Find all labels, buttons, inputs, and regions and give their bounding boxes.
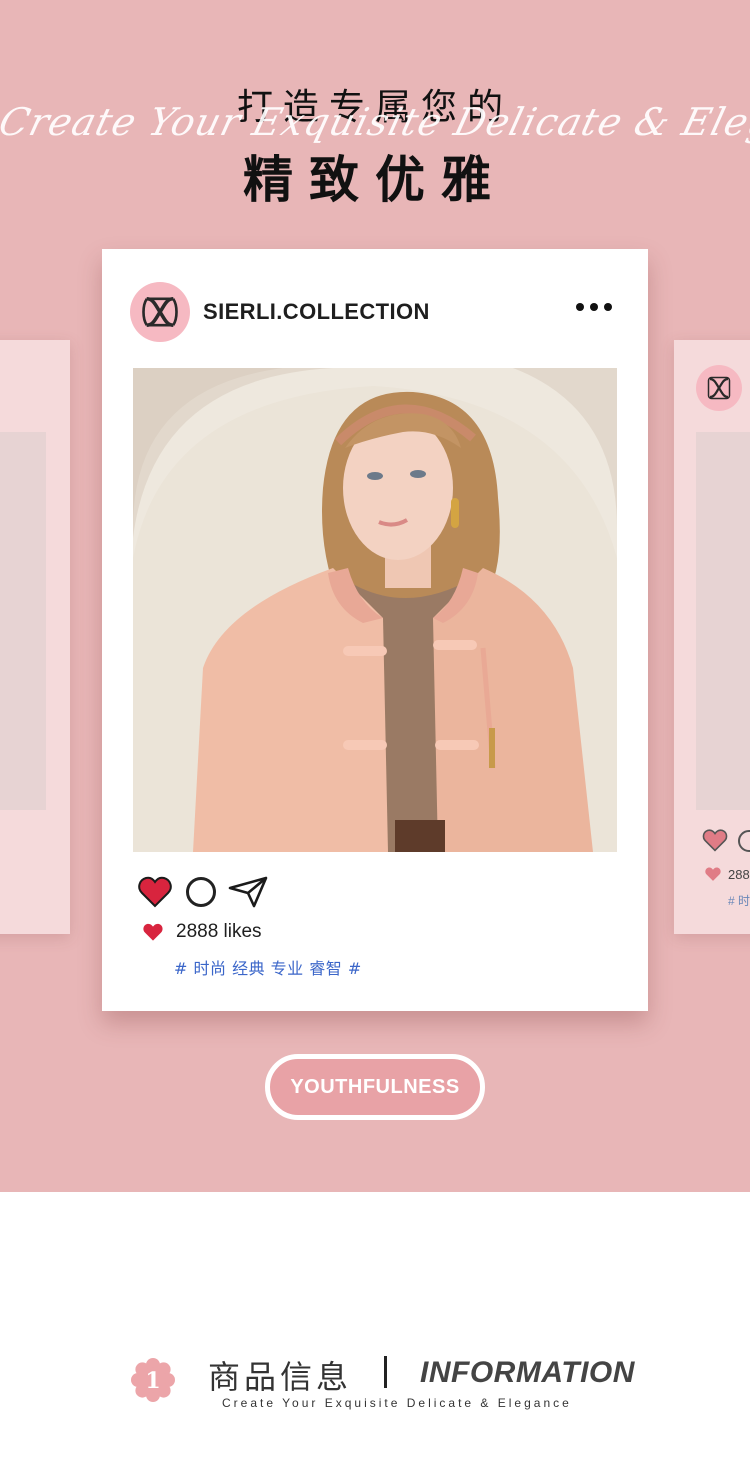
comment-icon[interactable]	[186, 877, 216, 907]
brand-logo-icon	[696, 365, 742, 411]
more-horizontal-icon[interactable]	[576, 303, 612, 311]
post-username[interactable]: SIERLI.COLLECTION	[203, 299, 430, 325]
headline-script-text: Create Your Exquisite Delicate & Eleganc…	[0, 100, 750, 144]
title-divider	[384, 1356, 387, 1388]
side-post-card-right: 288 # 时	[674, 340, 750, 934]
badge-label: YOUTHFULNESS	[290, 1075, 460, 1098]
heart-icon[interactable]	[138, 876, 172, 908]
hero-section: 打造专属您的 Create Your Exquisite Delicate & …	[0, 0, 750, 1192]
brand-logo-icon	[142, 297, 178, 327]
side-post-card-left	[0, 340, 70, 934]
info-title-cn: 商品信息	[208, 1358, 353, 1396]
info-subtitle: Create Your Exquisite Delicate & Eleganc…	[222, 1396, 572, 1410]
side-post-image-placeholder	[696, 432, 750, 810]
youthfulness-badge: YOUTHFULNESS	[265, 1054, 485, 1120]
side-post-image-placeholder	[0, 432, 46, 810]
headline-line-2: 精致优雅	[243, 151, 507, 209]
section-number: 1	[145, 1368, 160, 1394]
likes-count: 2888 likes	[176, 921, 262, 942]
heart-icon	[705, 867, 721, 881]
side-likes-row: 288	[704, 866, 750, 882]
post-photo	[133, 368, 617, 852]
send-icon[interactable]	[228, 876, 268, 908]
post-action-bar	[138, 875, 268, 909]
post-card: SIERLI.COLLECTION 2888 likes # 时尚 经典 专业 …	[102, 249, 648, 1011]
side-hashtags: # 时	[728, 894, 750, 908]
heart-icon	[143, 923, 163, 941]
info-title-en: INFORMATION	[420, 1356, 635, 1389]
heart-outline-icon	[702, 829, 728, 852]
side-likes-count: 288	[728, 866, 750, 882]
model-photo-illustration	[133, 368, 617, 852]
flower-number-icon: 1	[131, 1358, 175, 1402]
likes-row: 2888 likes	[142, 921, 262, 943]
info-section-header: 1 商品信息 INFORMATION Create Your Exquisite…	[0, 1340, 750, 1420]
comment-icon	[738, 830, 750, 852]
post-hashtags[interactable]: # 时尚 经典 专业 睿智 #	[174, 955, 362, 979]
brand-avatar[interactable]	[130, 282, 190, 342]
